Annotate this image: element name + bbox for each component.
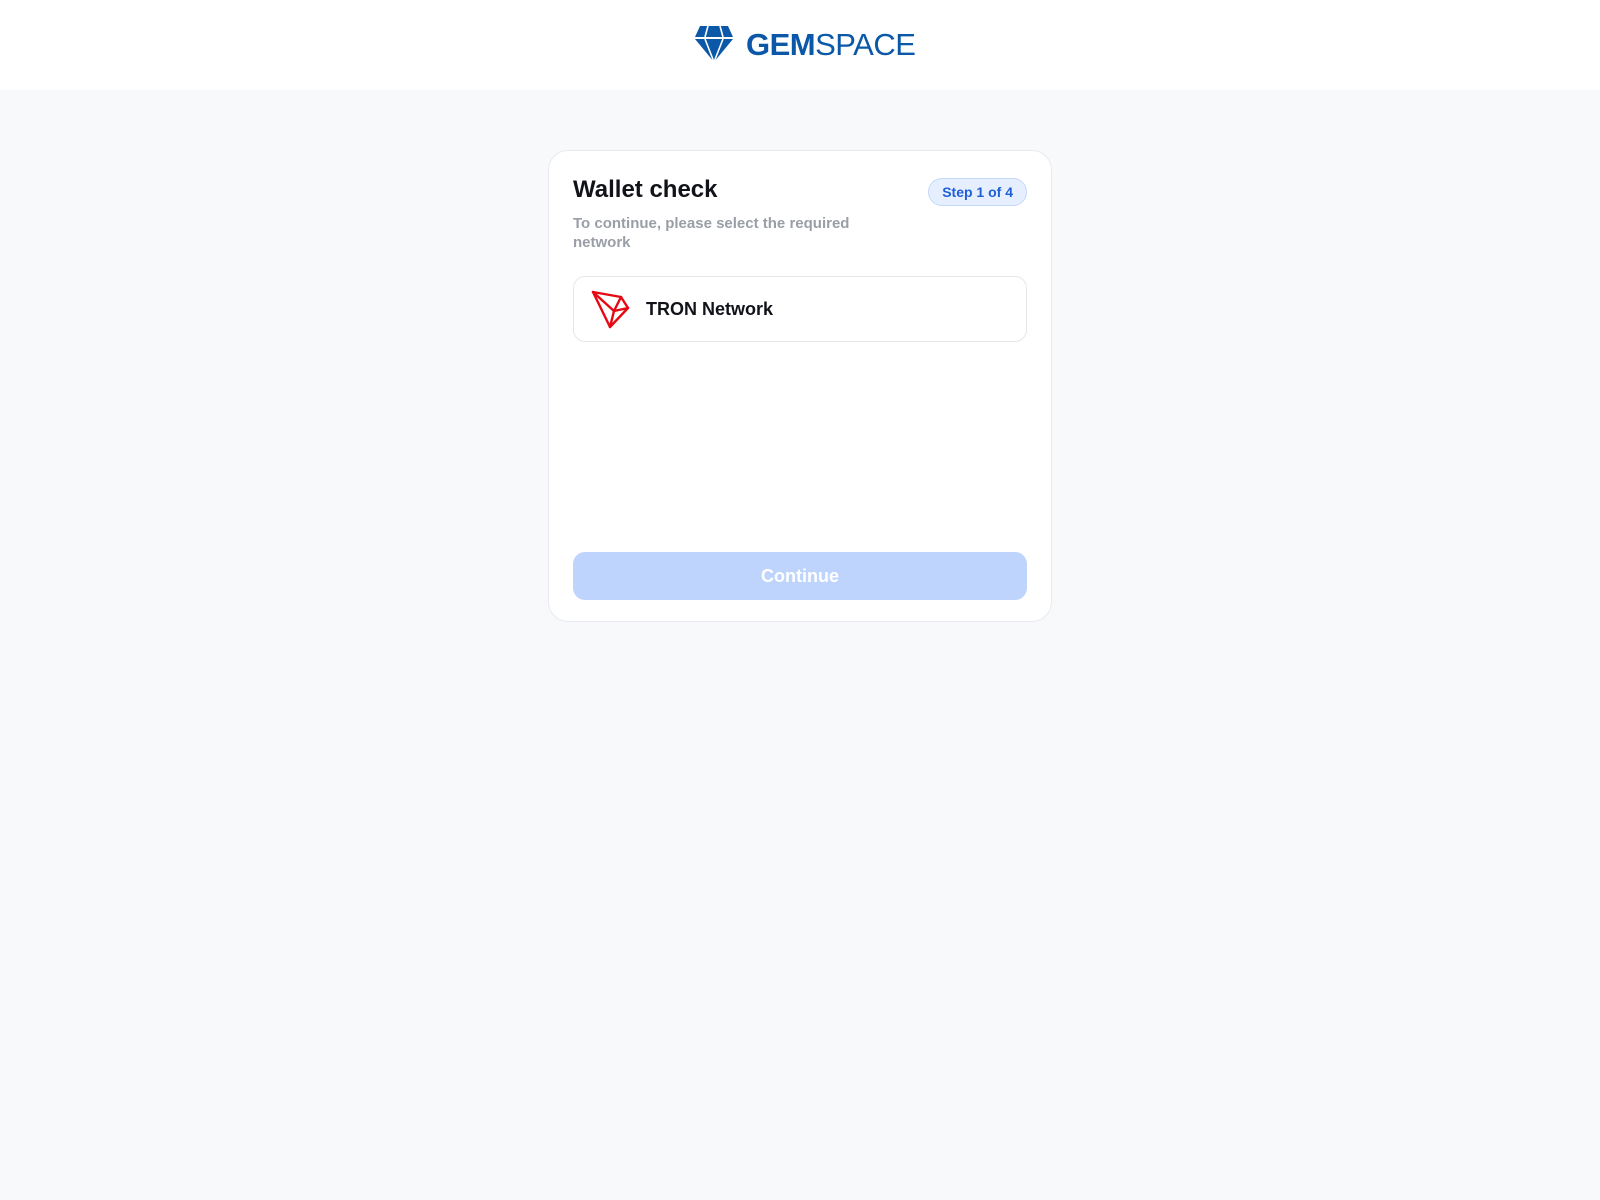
card-title: Wallet check: [573, 176, 718, 203]
continue-button[interactable]: Continue: [573, 552, 1027, 600]
gemspace-logo[interactable]: GEMSPACE: [694, 24, 916, 64]
tron-logo-icon: [591, 290, 630, 329]
card-subtitle: To continue, please select the required …: [573, 215, 850, 251]
logo-text-gem: GEM: [746, 26, 816, 62]
diamond-gem-icon: [695, 25, 733, 63]
logo-text-space: SPACE: [815, 26, 916, 62]
logo-wordmark: GEMSPACE: [746, 26, 916, 62]
network-label: TRON Network: [646, 298, 774, 319]
wallet-check-card: Wallet check Step 1 of 4 To continue, pl…: [548, 150, 1052, 622]
top-bar: GEMSPACE: [0, 0, 1600, 90]
step-badge: Step 1 of 4: [928, 178, 1027, 206]
network-option-tron[interactable]: TRON Network: [573, 276, 1027, 342]
